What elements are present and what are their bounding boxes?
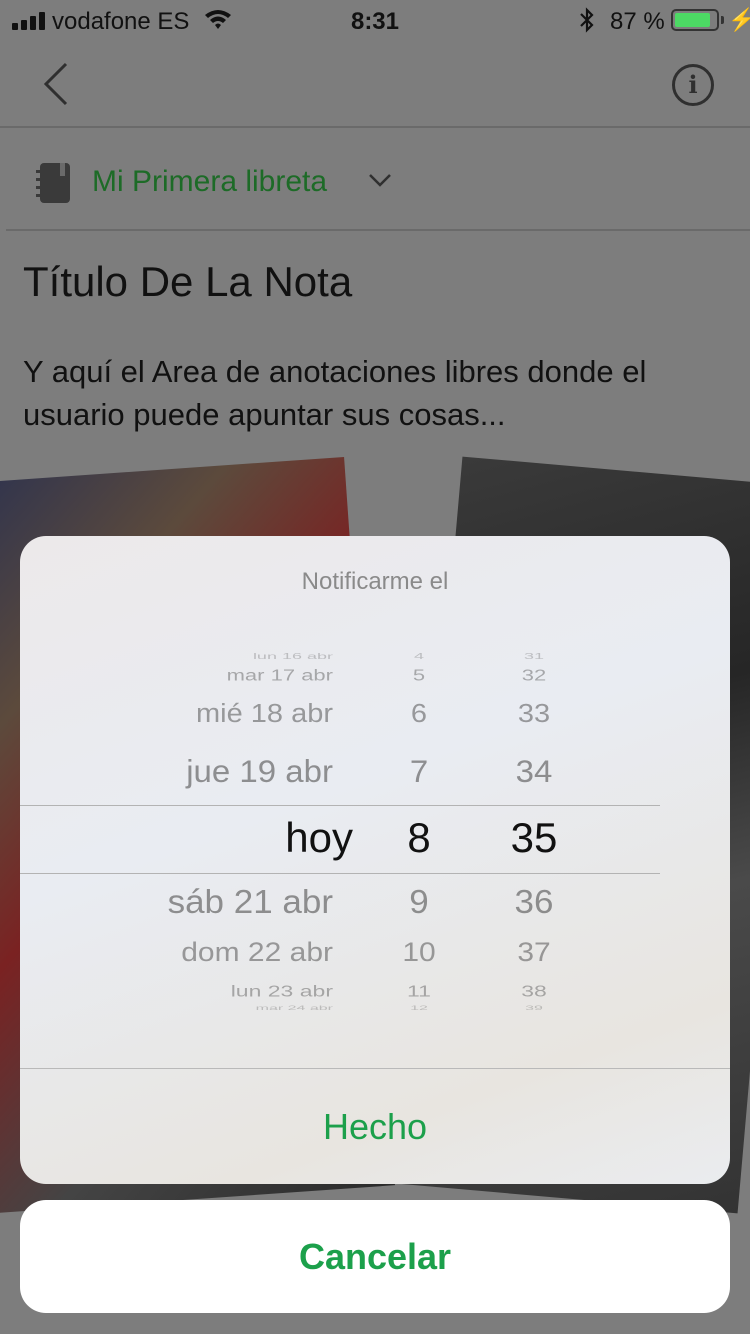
hour-option[interactable]: 8: [359, 817, 479, 859]
date-option[interactable]: mar 24 abr: [256, 1005, 333, 1011]
hour-option[interactable]: 10: [359, 940, 479, 966]
date-time-picker[interactable]: lun 16 abr mar 17 abr mié 18 abr jue 19 abr…: [20, 652, 660, 1016]
date-option[interactable]: lun 16 abr: [253, 652, 333, 660]
hour-option[interactable]: 12: [359, 1005, 479, 1011]
date-option[interactable]: lun 23 abr: [231, 983, 333, 999]
minute-option[interactable]: 39: [474, 1005, 594, 1011]
cancel-button[interactable]: Cancelar: [20, 1200, 730, 1313]
hour-option[interactable]: 4: [359, 652, 479, 660]
minute-option[interactable]: 38: [474, 983, 594, 999]
date-wheel[interactable]: lun 16 abr mar 17 abr mié 18 abr jue 19 abr…: [20, 652, 353, 1016]
minute-option[interactable]: 36: [474, 885, 594, 919]
battery-tip: [721, 16, 724, 24]
picker-selection-top: [20, 805, 660, 806]
charging-icon: ⚡: [728, 7, 750, 32]
date-option[interactable]: dom 22 abr: [181, 940, 333, 966]
bluetooth-icon: [580, 7, 594, 33]
minute-option[interactable]: 31: [474, 652, 594, 660]
date-option[interactable]: mar 17 abr: [227, 668, 333, 683]
back-chevron-icon[interactable]: [38, 60, 74, 108]
battery-icon: [671, 9, 719, 31]
hour-option[interactable]: 9: [359, 885, 479, 919]
notebook-icon: [36, 163, 70, 203]
notebook-name[interactable]: Mi Primera libreta: [92, 165, 327, 199]
hour-option[interactable]: 7: [359, 755, 479, 787]
minute-wheel[interactable]: 31 32 33 34 35 36 37 38 39: [474, 652, 594, 1016]
note-body[interactable]: Y aquí el Area de anotaciones libres don…: [23, 350, 723, 436]
battery-level: [675, 13, 710, 27]
chevron-down-icon[interactable]: [368, 172, 392, 188]
minute-option[interactable]: 35: [474, 817, 594, 859]
navigation-bar: i: [0, 40, 750, 128]
notebook-selector[interactable]: Mi Primera libreta: [0, 130, 750, 231]
reminder-action-sheet: Notificarme el lun 16 abr mar 17 abr mié 1…: [20, 536, 730, 1184]
date-option[interactable]: mié 18 abr: [196, 702, 333, 728]
minute-option[interactable]: 34: [474, 755, 594, 787]
date-option[interactable]: jue 19 abr: [186, 755, 333, 787]
minute-option[interactable]: 33: [474, 702, 594, 728]
battery-percent: 87 %: [610, 8, 665, 35]
minute-option[interactable]: 32: [474, 668, 594, 683]
note-title[interactable]: Título De La Nota: [23, 258, 352, 306]
hour-option[interactable]: 6: [359, 702, 479, 728]
info-icon[interactable]: i: [672, 64, 714, 106]
date-option[interactable]: sáb 21 abr: [168, 885, 333, 919]
status-bar: vodafone ES 8:31 87 % ⚡: [0, 0, 750, 40]
picker-selection-bottom: [20, 873, 660, 874]
date-option[interactable]: hoy: [285, 817, 353, 859]
sheet-title: Notificarme el: [301, 568, 449, 595]
hour-wheel[interactable]: 4 5 6 7 8 9 10 11 12: [359, 652, 479, 1016]
hour-option[interactable]: 11: [359, 983, 479, 999]
minute-option[interactable]: 37: [474, 940, 594, 966]
done-button[interactable]: Hecho: [20, 1069, 730, 1184]
hour-option[interactable]: 5: [359, 668, 479, 683]
